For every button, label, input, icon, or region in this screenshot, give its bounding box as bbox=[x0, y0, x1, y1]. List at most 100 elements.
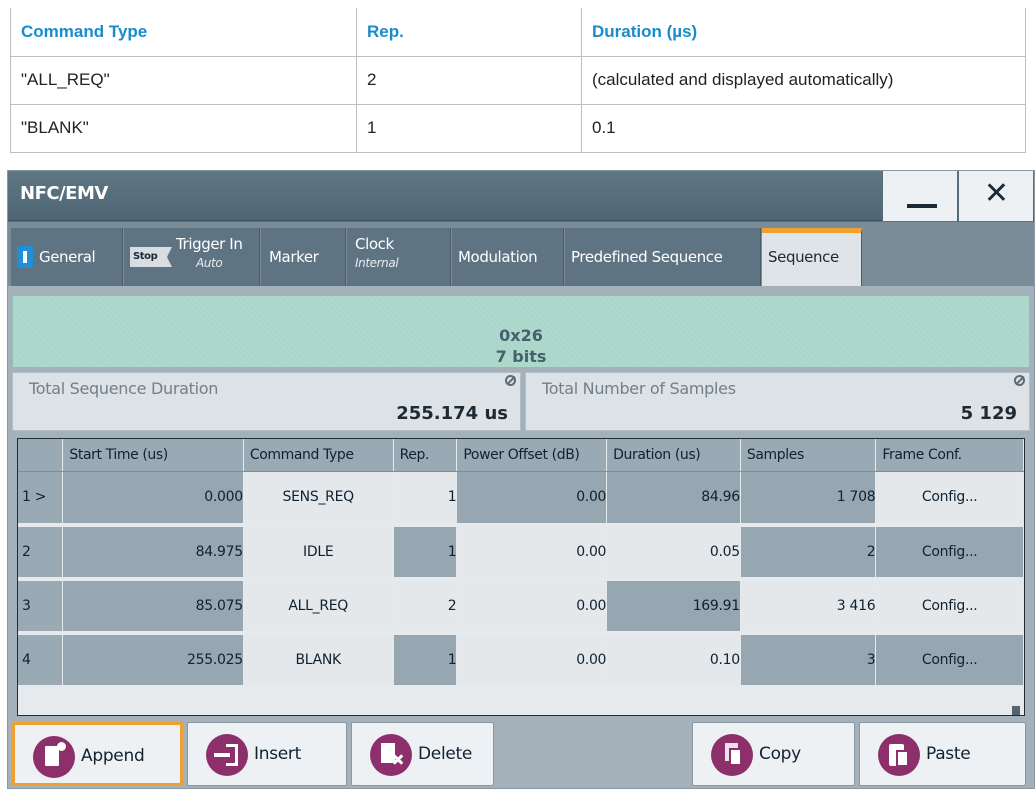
doc-cell-rep: 2 bbox=[356, 55, 582, 105]
delete-label: Delete bbox=[418, 744, 473, 764]
cell-rep[interactable]: 1 bbox=[393, 471, 458, 527]
insert-label: Insert bbox=[254, 744, 301, 764]
append-icon bbox=[33, 736, 75, 778]
tab-trigger-in[interactable]: Stop Trigger In Auto bbox=[124, 228, 260, 286]
tab-sequence-label: Sequence bbox=[768, 248, 839, 266]
tab-trigger-in-label: Trigger In bbox=[176, 235, 243, 253]
total-sequence-duration-label: Total Sequence Duration bbox=[29, 379, 219, 398]
copy-button[interactable]: Copy bbox=[692, 722, 855, 786]
row-index[interactable]: 4 bbox=[18, 633, 64, 689]
doc-table-row: "BLANK" 1 0.1 bbox=[10, 103, 1026, 153]
close-icon: ✕ bbox=[983, 176, 1010, 211]
cell-samples: 2 bbox=[740, 525, 877, 581]
insert-button[interactable]: Insert bbox=[187, 722, 347, 786]
col-header-index bbox=[18, 439, 64, 472]
tab-clock-label: Clock bbox=[355, 235, 394, 253]
title-bar[interactable]: NFC/EMV ✕ bbox=[8, 171, 1034, 221]
paste-icon bbox=[878, 734, 920, 776]
col-header-frame-conf: Frame Conf. bbox=[875, 439, 1024, 472]
frame-config-button[interactable]: Config... bbox=[875, 471, 1024, 527]
sequence-table-header: Start Time (us) Command Type Rep. Power … bbox=[18, 439, 1024, 472]
tab-marker[interactable]: Marker bbox=[261, 228, 346, 286]
hex-value: 0x26 bbox=[499, 326, 543, 345]
cell-rep[interactable]: 1 bbox=[393, 633, 458, 689]
copy-icon bbox=[711, 734, 753, 776]
cell-start-time: 255.025 bbox=[62, 633, 244, 689]
table-row[interactable]: 1 > 0.000 SENS_REQ 1 0.00 84.96 1 708 Co… bbox=[18, 471, 1024, 527]
col-header-power-offset: Power Offset (dB) bbox=[456, 439, 608, 472]
minimize-icon bbox=[907, 204, 937, 208]
doc-table-row: "ALL_REQ" 2 (calculated and displayed au… bbox=[10, 55, 1026, 105]
col-header-command-type: Command Type bbox=[243, 439, 394, 472]
total-number-of-samples-box: Total Number of Samples 5 129 bbox=[525, 372, 1030, 431]
cell-samples: 3 bbox=[740, 633, 877, 689]
nfc-emv-dialog: NFC/EMV ✕ General Stop Trigger In Auto M… bbox=[7, 170, 1035, 789]
table-row[interactable]: 2 84.975 IDLE 1 0.00 0.05 2 Config... bbox=[18, 525, 1024, 581]
stop-badge[interactable]: Stop bbox=[130, 247, 172, 267]
table-row[interactable]: 3 85.075 ALL_REQ 2 0.00 169.91 3 416 Con… bbox=[18, 579, 1024, 635]
cell-start-time: 84.975 bbox=[62, 525, 244, 581]
cell-duration: 0.05 bbox=[606, 525, 741, 581]
row-index[interactable]: 1 > bbox=[18, 471, 64, 527]
cell-power-offset[interactable]: 0.00 bbox=[456, 633, 608, 689]
tab-modulation[interactable]: Modulation bbox=[452, 228, 564, 286]
sequence-panel: 0x26 7 bits Total Sequence Duration 255.… bbox=[8, 286, 1034, 788]
tab-predefined-sequence-label: Predefined Sequence bbox=[571, 248, 723, 266]
cell-power-offset[interactable]: 0.00 bbox=[456, 525, 608, 581]
doc-cell-command-type: "ALL_REQ" bbox=[10, 55, 357, 105]
append-label: Append bbox=[81, 746, 145, 766]
tab-bar: General Stop Trigger In Auto Marker Cloc… bbox=[8, 222, 1034, 286]
row-index[interactable]: 2 bbox=[18, 525, 64, 581]
tab-general[interactable]: General bbox=[11, 228, 123, 286]
state-on-icon[interactable] bbox=[17, 246, 33, 268]
total-sequence-duration-box: Total Sequence Duration 255.174 us bbox=[12, 372, 521, 431]
readonly-icon bbox=[505, 375, 516, 386]
scrollbar-thumb[interactable] bbox=[1012, 706, 1020, 715]
doc-header-rep: Rep. bbox=[356, 8, 582, 57]
cell-duration: 169.91 bbox=[606, 579, 741, 635]
close-button[interactable]: ✕ bbox=[958, 171, 1033, 221]
bit-count: 7 bits bbox=[495, 347, 547, 366]
doc-header-command-type: Command Type bbox=[10, 8, 357, 57]
cell-samples: 3 416 bbox=[740, 579, 877, 635]
total-sequence-duration-value: 255.174 us bbox=[396, 403, 508, 424]
horizontal-scrollbar[interactable] bbox=[18, 706, 1024, 715]
frame-config-button[interactable]: Config... bbox=[875, 579, 1024, 635]
col-header-duration: Duration (us) bbox=[606, 439, 741, 472]
col-header-rep: Rep. bbox=[393, 439, 458, 472]
cell-command-type[interactable]: BLANK bbox=[243, 633, 394, 689]
doc-cell-command-type: "BLANK" bbox=[10, 103, 357, 153]
frame-config-button[interactable]: Config... bbox=[875, 525, 1024, 581]
tab-clock[interactable]: Clock Internal bbox=[347, 228, 451, 286]
cell-duration: 84.96 bbox=[606, 471, 741, 527]
cell-power-offset[interactable]: 0.00 bbox=[456, 579, 608, 635]
tab-sequence[interactable]: Sequence bbox=[762, 228, 862, 286]
cell-command-type[interactable]: ALL_REQ bbox=[243, 579, 394, 635]
sequence-table: Start Time (us) Command Type Rep. Power … bbox=[18, 439, 1024, 689]
tab-marker-label: Marker bbox=[269, 248, 319, 266]
append-button[interactable]: Append bbox=[12, 722, 183, 786]
sequence-table-container: Start Time (us) Command Type Rep. Power … bbox=[17, 438, 1025, 716]
row-index[interactable]: 3 bbox=[18, 579, 64, 635]
tab-predefined-sequence[interactable]: Predefined Sequence bbox=[565, 228, 761, 286]
bit-pattern-display: 0x26 7 bits bbox=[12, 295, 1030, 368]
col-header-start-time: Start Time (us) bbox=[62, 439, 244, 472]
frame-config-button[interactable]: Config... bbox=[875, 633, 1024, 689]
cell-command-type[interactable]: IDLE bbox=[243, 525, 394, 581]
delete-button[interactable]: Delete bbox=[351, 722, 494, 786]
doc-cell-duration: 0.1 bbox=[581, 103, 1026, 153]
tab-trigger-in-mode: Auto bbox=[196, 256, 223, 270]
tab-clock-source: Internal bbox=[355, 256, 399, 270]
col-header-samples: Samples bbox=[740, 439, 877, 472]
copy-label: Copy bbox=[759, 744, 801, 764]
cell-samples: 1 708 bbox=[740, 471, 877, 527]
total-number-of-samples-value: 5 129 bbox=[960, 403, 1017, 424]
cell-rep[interactable]: 2 bbox=[393, 579, 458, 635]
minimize-button[interactable] bbox=[882, 171, 957, 221]
paste-button[interactable]: Paste bbox=[859, 722, 1026, 786]
cell-rep[interactable]: 1 bbox=[393, 525, 458, 581]
cell-command-type[interactable]: SENS_REQ bbox=[243, 471, 394, 527]
table-row[interactable]: 4 255.025 BLANK 1 0.00 0.10 3 Config... bbox=[18, 633, 1024, 689]
cell-power-offset[interactable]: 0.00 bbox=[456, 471, 608, 527]
doc-table-header-row: Command Type Rep. Duration (µs) bbox=[10, 8, 1026, 57]
